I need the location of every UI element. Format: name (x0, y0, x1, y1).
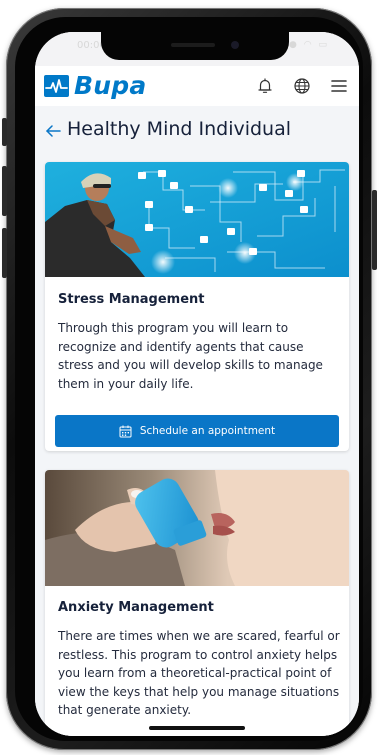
program-list: Stress Management Through this program y… (35, 158, 359, 736)
mute-switch (2, 118, 7, 146)
power-button (372, 190, 377, 270)
speaker-grille (171, 43, 215, 47)
program-description: There are times when we are scared, fear… (58, 629, 340, 717)
page-title-row: Healthy Mind Individual (35, 106, 359, 158)
globe-icon[interactable] (292, 76, 312, 96)
program-title: Anxiety Management (58, 600, 214, 615)
app-header: Bupa (35, 66, 359, 107)
volume-down-button (2, 228, 7, 278)
home-indicator[interactable] (149, 726, 245, 730)
schedule-appointment-button[interactable]: Schedule an appointment (55, 415, 339, 447)
program-title: Stress Management (58, 292, 205, 307)
program-card-anxiety: Anxiety Management There are times when … (45, 470, 349, 736)
schedule-button-label: Schedule an appointment (139, 425, 276, 437)
back-arrow-icon[interactable] (44, 122, 62, 140)
volume-up-button (2, 166, 7, 216)
page-title: Healthy Mind Individual (67, 118, 292, 140)
notch (101, 32, 289, 60)
program-card-stress: Stress Management Through this program y… (45, 162, 349, 451)
phone-screen: 00:00 ●● ◠ ▭ Bupa Healthy Mind Individua… (35, 32, 359, 736)
menu-icon[interactable] (329, 76, 349, 96)
program-description: Through this program you will learn to r… (58, 321, 323, 391)
anxiety-program-image (45, 470, 349, 586)
stress-program-image (45, 162, 349, 277)
calendar-icon (119, 425, 132, 437)
front-camera (231, 41, 239, 49)
bupa-logo-icon[interactable] (44, 75, 69, 97)
bell-icon[interactable] (255, 76, 275, 96)
brand-logo-text[interactable]: Bupa (74, 71, 146, 100)
